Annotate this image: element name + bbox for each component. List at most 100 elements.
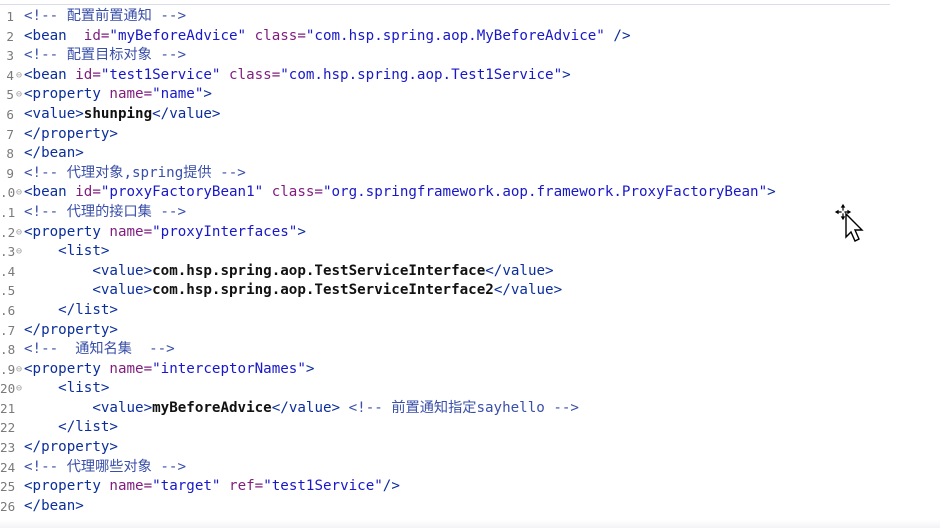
xml-attribute: id= [75,184,101,201]
xml-tag: </value> [485,262,554,279]
code-text: <property name="proxyInterfaces"> [24,223,306,243]
line-number: 5 [6,87,14,103]
xml-text: shunping [83,105,153,122]
line-number: .8 [0,342,16,358]
line-number: 1 [6,9,14,24]
line-number: .4 [0,263,16,279]
xml-comment: <!-- 配置前置通知 --> [24,8,186,24]
line-number: .3 [0,244,16,260]
code-text: <property name="name"> [24,85,212,105]
editor-top-border [0,4,890,5]
code-text: <!-- 代理哪些对象 --> [24,458,186,478]
xml-tag: </property> [24,125,118,142]
code-text: </property> [24,125,118,145]
xml-tag [263,184,272,200]
xml-attribute-value: "test1Service" [263,478,383,495]
xml-tag: <list> [58,380,110,397]
xml-tag: <bean [24,184,76,201]
code-text: <list> [24,242,109,262]
line-number: 6 [6,106,14,122]
xml-attribute-value: "test1Service" [100,66,221,83]
code-text: </list> [24,418,118,438]
xml-attribute: name= [109,223,153,240]
code-text: <property name="interceptorNames"> [24,360,314,380]
fold-marker-icon[interactable]: ⊖ [16,379,24,399]
xml-attribute-value: "proxyFactoryBean1" [100,184,264,201]
line-number: .1 [0,204,16,220]
xml-attribute-value: "name" [152,86,204,103]
xml-attribute-value: "interceptorNames" [152,360,306,377]
code-text: <value>com.hsp.spring.aop.TestServiceInt… [24,262,554,282]
xml-tag: </property> [24,439,118,456]
xml-tag: > [562,66,571,83]
line-number: .2 [0,224,16,240]
xml-attribute: class= [229,66,281,83]
xml-tag: <value> [24,105,84,122]
xml-comment: <!-- 代理哪些对象 --> [24,458,186,475]
xml-tag: <property [24,478,110,495]
xml-text: com.hsp.spring.aop.TestServiceInterface2 [152,282,494,299]
fold-marker-icon[interactable]: ⊖ [16,183,24,203]
code-editor[interactable]: 1 <!-- 配置前置通知 --> 2 <bean id="myBeforeAdvic… [0,0,940,528]
xml-tag: </value> [271,399,349,416]
code-text: <value>myBeforeAdvice</value> <!-- 前置通知指… [24,399,579,419]
xml-tag: <property [24,360,110,377]
code-text: <!-- 代理对象,spring提供 --> [24,164,246,184]
xml-attribute-value: "com.hsp.spring.aop.MyBeforeAdvice" [305,27,605,44]
move-cursor-icon [833,202,864,242]
xml-attribute-value: "proxyInterfaces" [152,223,298,240]
fold-marker-icon[interactable]: ⊖ [16,66,24,86]
xml-tag: /> [604,27,631,44]
code-text: </property> [24,321,118,341]
line-number: 21 [0,400,16,416]
xml-tag: <bean [24,27,84,44]
xml-tag: > [297,223,306,240]
line-number: 4 [6,67,14,83]
code-text: <bean id="proxyFactoryBean1" class="org.… [24,183,776,203]
xml-tag: </list> [58,301,118,318]
code-text: <!-- 代理的接口集 --> [24,203,186,223]
line-number: 26 [0,498,16,514]
line-number: 7 [6,126,14,142]
xml-tag: <property [24,223,110,240]
xml-tag: > [305,360,315,377]
xml-comment: <!-- 代理对象,spring提供 --> [24,164,246,181]
xml-attribute: class= [254,27,306,44]
code-text: <!-- 配置前置通知 --> [24,7,186,27]
fold-marker-icon[interactable]: ⊖ [16,360,24,380]
line-number: 22 [0,420,16,436]
xml-tag: </bean> [24,145,84,162]
code-text: <!-- 配置目标对象 --> [24,46,186,66]
xml-text: com.hsp.spring.aop.TestServiceInterface [152,262,486,279]
line-number: 25 [0,479,16,495]
xml-tag: </list> [58,419,118,436]
fold-marker-icon[interactable]: ⊖ [16,85,24,105]
xml-attribute: id= [75,66,101,83]
xml-comment: <!-- 配置目标对象 --> [24,47,186,64]
xml-tag: </value> [152,105,221,122]
line-number: .7 [0,322,16,338]
code-text: </bean> [24,144,84,164]
xml-tag: > [767,184,776,201]
fold-marker-icon[interactable]: ⊖ [16,242,24,262]
xml-attribute: name= [109,360,153,377]
xml-tag: > [203,86,212,103]
xml-tag: /> [382,478,400,495]
code-text: </property> [24,438,118,458]
xml-attribute: id= [83,27,110,44]
xml-tag [220,478,229,494]
xml-attribute-value: "com.hsp.spring.aop.Test1Service" [280,66,563,83]
xml-attribute: name= [109,86,153,103]
xml-tag: <list> [58,243,110,260]
code-text: <property name="target" ref="test1Servic… [24,477,400,497]
line-number: 24 [0,459,16,475]
xml-tag: </bean> [24,497,84,514]
bottom-edge [0,520,940,528]
fold-marker-icon[interactable]: ⊖ [16,223,24,243]
line-number: 9 [6,165,14,181]
xml-tag: </property> [24,321,118,338]
